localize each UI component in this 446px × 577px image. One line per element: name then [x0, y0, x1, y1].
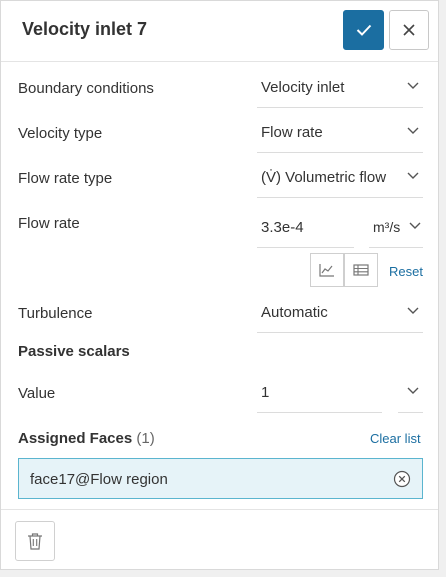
table-icon — [353, 264, 369, 276]
flow-rate-unit-select[interactable]: m³/s — [369, 208, 423, 248]
chevron-down-icon — [409, 222, 421, 229]
passive-scalar-value-label: Value — [18, 385, 56, 402]
flow-rate-unit-value: m³/s — [373, 219, 401, 235]
chevron-down-icon — [407, 307, 419, 314]
flow-rate-input[interactable]: 3.3e-4 — [257, 208, 354, 248]
flow-rate-type-select[interactable]: (V̇) Volumetric flow — [257, 158, 423, 198]
delete-button[interactable] — [15, 521, 55, 561]
reset-link[interactable]: Reset — [389, 264, 423, 279]
flow-rate-value: 3.3e-4 — [261, 219, 304, 236]
flow-rate-type-value: (V̇) Volumetric flow — [261, 169, 387, 186]
passive-scalar-value-input[interactable]: 1 — [257, 373, 382, 413]
passive-scalars-heading: Passive scalars — [18, 343, 130, 360]
header-divider — [1, 61, 438, 62]
chevron-down-icon — [407, 172, 419, 179]
boundary-conditions-label: Boundary conditions — [18, 80, 154, 97]
close-button[interactable] — [389, 10, 429, 50]
velocity-type-value: Flow rate — [261, 124, 323, 141]
check-icon — [356, 24, 371, 36]
close-icon — [403, 24, 415, 36]
plot-button[interactable] — [310, 253, 344, 287]
velocity-type-label: Velocity type — [18, 125, 103, 142]
boundary-conditions-value: Velocity inlet — [261, 79, 345, 96]
table-button[interactable] — [344, 253, 378, 287]
panel-title: Velocity inlet 7 — [22, 19, 148, 39]
footer-divider — [1, 509, 438, 510]
assigned-face-item[interactable]: face17@Flow region — [18, 458, 423, 499]
chevron-down-icon — [407, 82, 419, 89]
confirm-button[interactable] — [343, 10, 384, 50]
assigned-face-label: face17@Flow region — [30, 471, 168, 488]
boundary-condition-panel: Velocity inlet 7 Boundary conditions Vel… — [0, 0, 439, 570]
panel-header: Velocity inlet 7 — [1, 1, 438, 61]
velocity-type-select[interactable]: Flow rate — [257, 113, 423, 153]
turbulence-value: Automatic — [261, 304, 328, 321]
chevron-down-icon — [407, 127, 419, 134]
flow-rate-label: Flow rate — [18, 215, 80, 232]
chevron-down-icon — [407, 387, 419, 394]
assigned-faces-count: (1) — [136, 430, 155, 447]
clear-list-link[interactable]: Clear list — [370, 431, 421, 446]
remove-face-icon[interactable] — [393, 470, 411, 488]
turbulence-select[interactable]: Automatic — [257, 293, 423, 333]
boundary-conditions-select[interactable]: Velocity inlet — [257, 68, 423, 108]
trash-icon — [28, 533, 42, 550]
turbulence-label: Turbulence — [18, 305, 93, 322]
passive-scalar-unit-select[interactable] — [398, 373, 423, 413]
passive-scalar-value: 1 — [261, 384, 270, 401]
chart-icon — [319, 264, 334, 277]
assigned-faces-heading: Assigned Faces (1) — [18, 430, 155, 447]
assigned-faces-title: Assigned Faces — [18, 430, 133, 447]
flow-rate-type-label: Flow rate type — [18, 170, 113, 187]
